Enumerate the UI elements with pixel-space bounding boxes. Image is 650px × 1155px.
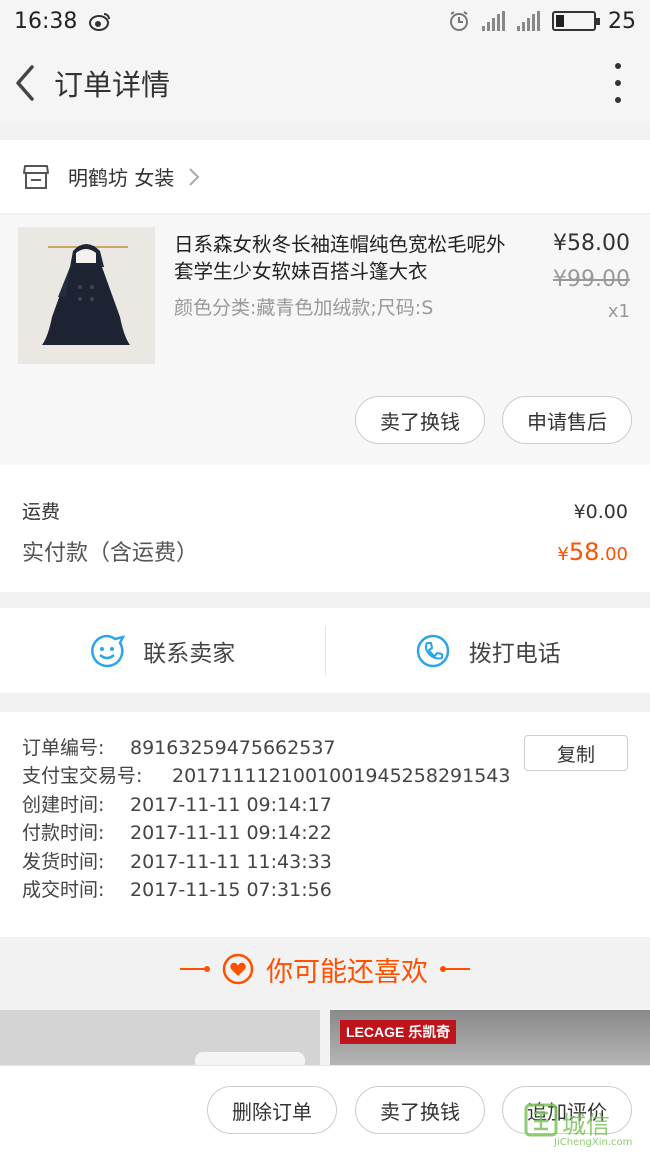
header-bar: 订单详情 (0, 42, 650, 124)
more-options-icon[interactable] (612, 63, 624, 103)
info-key: 订单编号: (22, 737, 105, 759)
recommended-product-2[interactable]: LECAGE 乐凯奇 (330, 1010, 650, 1070)
watermark-text: 城信 (562, 1111, 610, 1139)
paid-time-row: 付款时间: 2017-11-11 09:14:22 (22, 819, 628, 847)
phone-icon (416, 634, 449, 667)
product-price: ¥58.00 (553, 231, 630, 256)
shipping-value: ¥0.00 (573, 501, 628, 523)
shop-name: 明鹤坊 女装 (68, 166, 175, 190)
completed-time-row: 成交时间: 2017-11-15 07:31:56 (22, 876, 628, 904)
order-info-section: 复制 订单编号: 89163259475662537 支付宝交易号: 20171… (0, 712, 650, 937)
call-phone-label: 拨打电话 (468, 640, 561, 667)
shop-row[interactable]: 明鹤坊 女装 (0, 140, 650, 214)
completed-time-value: 2017-11-15 07:31:56 (130, 879, 332, 902)
page-title: 订单详情 (54, 68, 171, 102)
chat-face-icon (91, 634, 126, 667)
coat-image (18, 227, 155, 364)
paid-label: 实付款（含运费） (22, 541, 199, 566)
product-quantity: x1 (607, 301, 630, 322)
alarm-icon (450, 11, 468, 31)
product-sku: 颜色分类:藏青色加绒款;尺码:S (174, 297, 434, 319)
recommend-title: 你可能还喜欢 (266, 956, 428, 988)
weibo-icon (89, 13, 111, 31)
signal-icon (482, 11, 505, 31)
info-key: 成交时间: (22, 879, 105, 902)
contact-bar: 联系卖家 拨打电话 (0, 608, 650, 694)
shipping-row: 运费 ¥0.00 (22, 497, 628, 524)
heart-icon (222, 953, 254, 985)
watermark-icon (524, 1103, 558, 1137)
shipped-time-value: 2017-11-11 11:43:33 (130, 850, 332, 873)
bottom-action-bar: 删除订单 卖了换钱 追加评价 城信 JiChengXin.com (0, 1065, 650, 1155)
recommended-product-1[interactable] (0, 1010, 320, 1070)
watermark-logo: 城信 JiChengXin.com (524, 1103, 644, 1151)
info-key: 支付宝交易号: (22, 765, 143, 788)
order-number-value: 89163259475662537 (130, 737, 336, 759)
brand-logo: LECAGE 乐凯奇 (340, 1020, 457, 1044)
info-key: 发货时间: (22, 850, 105, 873)
created-time-value: 2017-11-11 09:14:17 (130, 793, 332, 816)
copy-button[interactable]: 复制 (524, 735, 628, 771)
sell-for-money-button[interactable]: 卖了换钱 (355, 396, 485, 444)
battery-icon (552, 11, 600, 31)
recommend-divider-left (180, 966, 210, 972)
order-item[interactable]: 日系森女秋冬长袖连帽纯色宽松毛呢外套学生少女软妹百搭斗篷大衣 颜色分类:藏青色加… (0, 215, 650, 465)
product-original-price: ¥99.00 (553, 267, 630, 292)
created-time-row: 创建时间: 2017-11-11 09:14:17 (22, 791, 628, 819)
paid-row: 实付款（含运费） ¥58.00 (22, 535, 628, 567)
fees-section: 运费 ¥0.00 实付款（含运费） ¥58.00 (0, 465, 650, 592)
paid-currency: ¥ (557, 544, 569, 565)
product-title[interactable]: 日系森女秋冬长袖连帽纯色宽松毛呢外套学生少女软妹百搭斗篷大衣 (174, 231, 524, 285)
delete-order-button[interactable]: 删除订单 (207, 1086, 337, 1134)
shipped-time-row: 发货时间: 2017-11-11 11:43:33 (22, 848, 628, 876)
product-image (0, 1010, 320, 1070)
watermark-subtext: JiChengXin.com (554, 1137, 633, 1148)
shop-icon (23, 164, 49, 189)
back-arrow-icon[interactable] (12, 63, 40, 103)
info-key: 创建时间: (22, 793, 105, 816)
battery-level: 25 (608, 8, 636, 34)
paid-value: ¥58.00 (557, 538, 628, 566)
after-sale-button[interactable]: 申请售后 (502, 396, 632, 444)
paid-decimal: .00 (599, 544, 628, 565)
paid-integer: 58 (568, 538, 600, 566)
alipay-number-value: 2017111121001001945258291543 (172, 765, 511, 788)
chevron-right-icon (189, 167, 200, 186)
sell-for-money-button-bottom[interactable]: 卖了换钱 (355, 1086, 485, 1134)
recommend-header: 你可能还喜欢 (0, 938, 650, 1000)
call-phone-button[interactable]: 拨打电话 (326, 608, 650, 693)
status-bar: 16:38 25 (0, 0, 650, 42)
signal-icon-2 (517, 11, 540, 31)
product-thumbnail[interactable] (18, 227, 155, 364)
status-time: 16:38 (14, 8, 78, 34)
recommend-divider-right (440, 966, 470, 972)
paid-time-value: 2017-11-11 09:14:22 (130, 822, 332, 845)
contact-seller-button[interactable]: 联系卖家 (0, 608, 325, 693)
shipping-label: 运费 (22, 501, 61, 523)
contact-seller-label: 联系卖家 (143, 640, 236, 667)
info-key: 付款时间: (22, 822, 105, 845)
